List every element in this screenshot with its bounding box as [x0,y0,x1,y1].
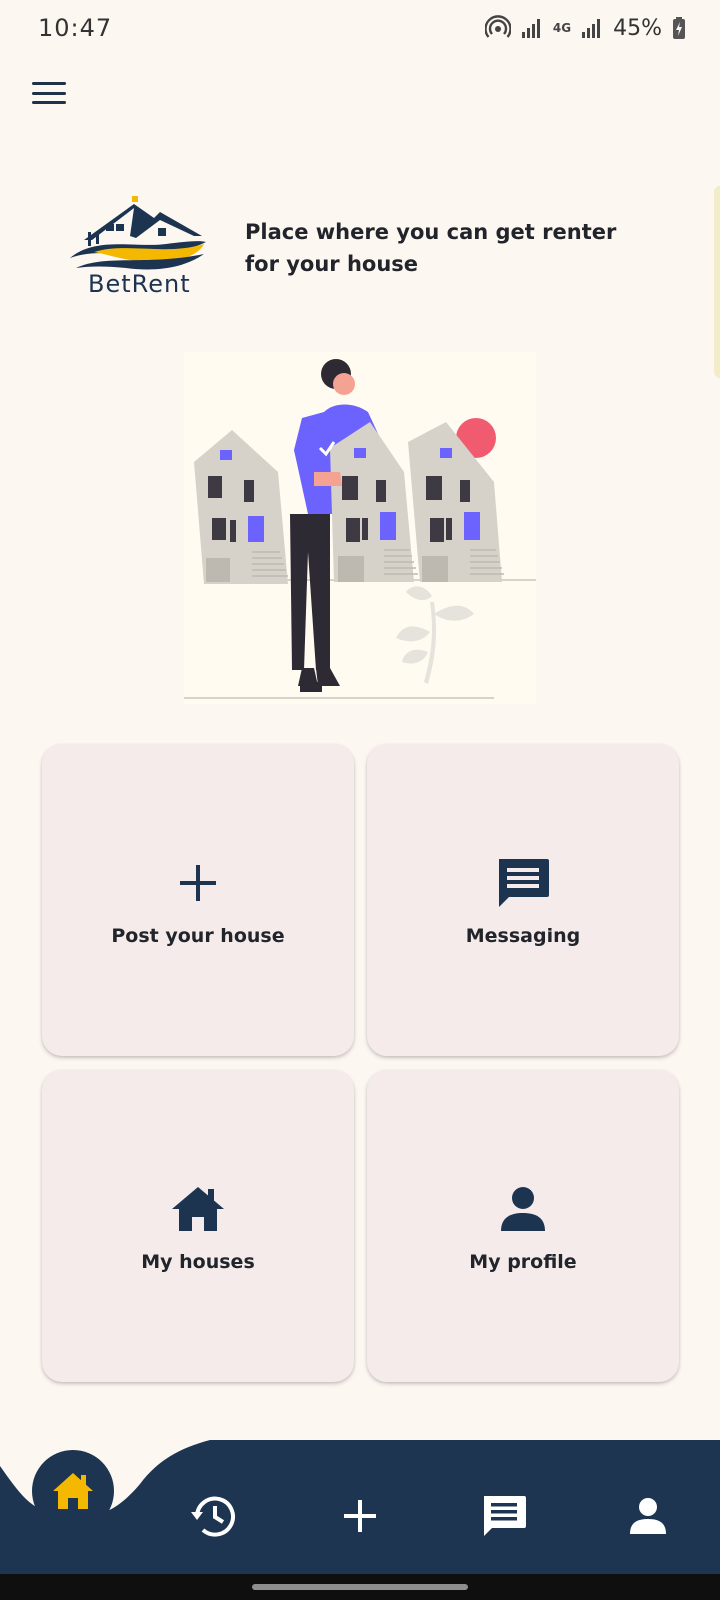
nav-messages-button[interactable] [476,1488,532,1544]
menu-bar [32,82,66,85]
house-illustration [184,352,536,704]
message-icon [484,1496,526,1536]
my-profile-card[interactable]: My profile [367,1070,679,1382]
network-type: 4G [552,21,572,35]
battery-percent: 45% [613,15,662,41]
status-icons: 4G 45% [484,15,686,41]
nav-home-button[interactable] [32,1450,114,1532]
add-icon [344,1500,376,1532]
battery-charging-icon [673,17,685,39]
message-icon [493,853,553,913]
signal-icon [521,19,540,38]
add-icon [168,853,228,913]
person-icon [493,1179,553,1239]
history-icon [191,1496,235,1537]
card-label: My profile [469,1251,577,1273]
status-time: 10:47 [38,14,113,42]
home-gesture-pill[interactable] [252,1584,468,1590]
hotspot-icon [484,15,511,38]
nav-profile-button[interactable] [620,1488,676,1544]
signal-icon-2 [582,19,601,38]
status-bar: 10:47 4G 45% [0,0,720,56]
edge-panel-handle[interactable] [714,186,720,378]
card-label: Post your house [111,925,285,947]
menu-bar [32,101,66,104]
post-house-card[interactable]: Post your house [42,744,354,1056]
my-houses-card[interactable]: My houses [42,1070,354,1382]
person-icon [630,1498,666,1534]
menu-button[interactable] [30,78,68,108]
home-icon [53,1473,93,1509]
nav-add-button[interactable] [332,1488,388,1544]
messaging-card[interactable]: Messaging [367,744,679,1056]
card-label: Messaging [465,925,581,947]
tagline: Place where you can get renter for your … [245,220,617,276]
menu-bar [32,91,66,95]
nav-history-button[interactable] [187,1488,243,1544]
house-icon [168,1179,228,1239]
card-label: My houses [141,1251,255,1273]
logo-text: BetRent [88,270,191,298]
